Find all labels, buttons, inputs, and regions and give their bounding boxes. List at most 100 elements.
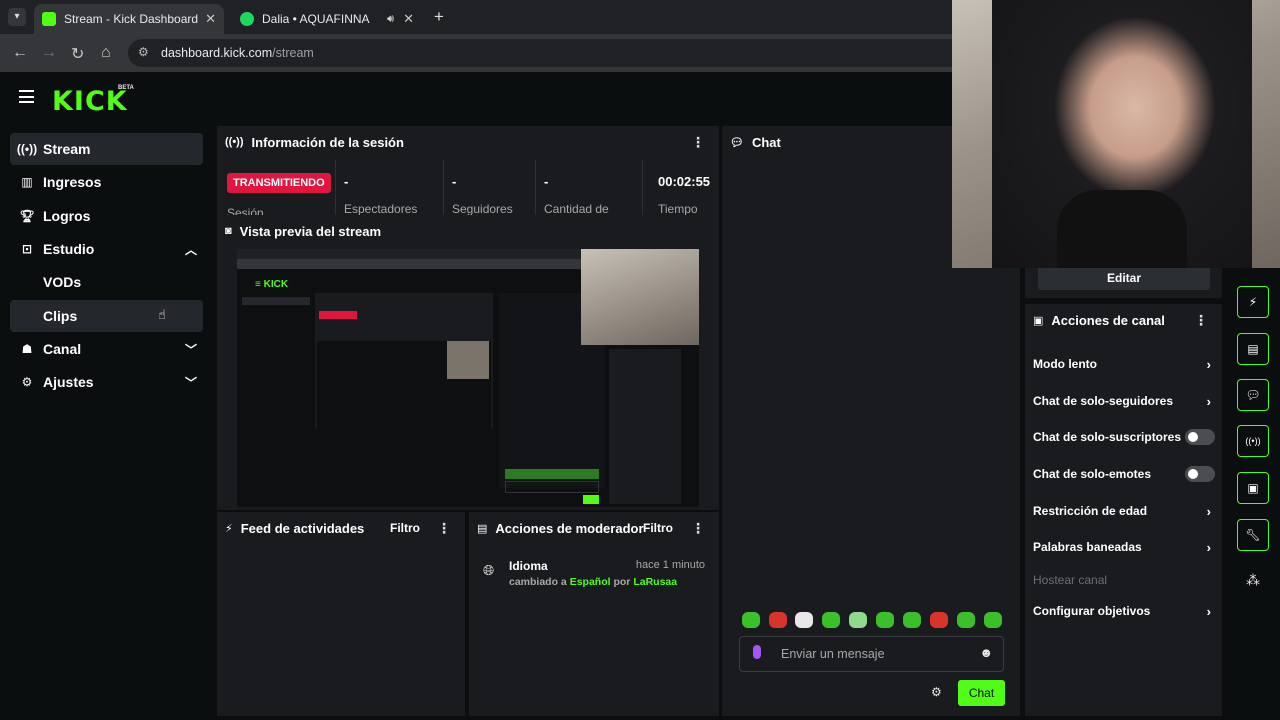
chevron-down-icon: ﹀ (184, 342, 197, 357)
sidebar-item-label: Stream (43, 141, 91, 157)
chat-settings-icon[interactable]: ⚙ (931, 685, 942, 699)
moderator-filter-button[interactable]: Filtro (643, 521, 673, 535)
home-icon[interactable]: ⌂ (101, 44, 111, 62)
rail-document-button[interactable]: ▤ (1237, 333, 1269, 365)
emoji-icon[interactable]: ☻ (979, 645, 993, 660)
chevron-right-icon: › (1206, 356, 1211, 372)
emote-icon[interactable] (984, 612, 1002, 628)
close-tab-icon[interactable]: ✕ (403, 11, 414, 27)
rail-broadcast-button[interactable]: ((•)) (1237, 425, 1269, 457)
browser-tab-kick[interactable]: Stream - Kick Dashboard ✕ (34, 4, 224, 34)
sidebar-item-clips[interactable]: Clips ☝ (10, 300, 203, 332)
edit-button[interactable]: Editar (1038, 266, 1210, 290)
action-slow-mode[interactable]: Modo lento › (1033, 356, 1215, 372)
chevron-up-icon: ︿ (184, 242, 197, 257)
more-options-icon[interactable]: ⋮ (691, 134, 705, 151)
studio-icon: ⊡ (21, 242, 33, 256)
rail-nodes-icon[interactable]: ⁂ (1246, 572, 1260, 589)
mod-entry-title: Idioma (509, 559, 548, 573)
sidebar-item-label: Logros (43, 208, 91, 224)
rail-chat-button[interactable]: 💬︎ (1237, 379, 1269, 411)
emote-icon[interactable] (769, 612, 787, 628)
rail-wrench-button[interactable]: 🔧︎ (1237, 519, 1269, 551)
trophy-icon: 🏆︎ (19, 209, 35, 223)
chevron-right-icon: › (1206, 603, 1211, 619)
chat-placeholder: Enviar un mensaje (781, 647, 885, 661)
stat-seguidores: - Seguidores (443, 160, 535, 216)
stat-espectadores: - Espectadores (335, 160, 443, 216)
stat-tiempo: 00:02:55 Tiempo (642, 160, 719, 216)
action-subscribers-only[interactable]: Chat de solo-suscriptores (1033, 429, 1215, 445)
beta-badge: BETA (118, 85, 134, 91)
hamburger-menu-icon[interactable] (19, 90, 34, 103)
mod-entry-time: hace 1 minuto (635, 559, 705, 571)
panel-title: Feed de actividades (240, 520, 365, 536)
sidebar-item-estudio[interactable]: ⊡ Estudio ︿ (10, 233, 203, 265)
rail-video-button[interactable]: ▣ (1237, 472, 1269, 504)
url-domain: dashboard.kick.com (161, 46, 273, 60)
tab-title: Dalia • AQUAFINNA (262, 12, 370, 26)
broadcast-icon: ((•)) (16, 142, 38, 156)
microphone-icon[interactable] (753, 645, 761, 659)
action-emotes-only[interactable]: Chat de solo-emotes (1033, 466, 1215, 482)
chevron-right-icon: › (1206, 539, 1211, 555)
sidebar-item-label: Clips (43, 308, 78, 324)
activity-feed-panel: ⚡︎ Feed de actividades Filtro ⋮ (217, 512, 465, 716)
chat-message-input[interactable]: Enviar un mensaje ☻ (739, 636, 1004, 672)
sidebar-item-logros[interactable]: 🏆︎ Logros (10, 200, 203, 232)
sidebar-item-label: Estudio (43, 241, 95, 257)
globe-icon: 🌐︎ (483, 562, 495, 578)
reload-icon[interactable]: ↻ (71, 44, 84, 64)
channel-icon: ☗ (21, 342, 33, 356)
emote-icon[interactable] (903, 612, 921, 628)
gear-icon: ⚙ (21, 375, 33, 389)
feed-filter-button[interactable]: Filtro (390, 521, 420, 535)
more-options-icon[interactable]: ⋮ (437, 520, 451, 537)
sidebar-item-label: VODs (43, 274, 82, 290)
new-tab-button[interactable]: + (434, 7, 444, 27)
kick-favicon-icon (42, 12, 56, 26)
mod-user-link[interactable]: LaRusaa (633, 576, 677, 588)
stream-preview-video[interactable]: ≡ KICK (237, 249, 699, 507)
sidebar-item-ingresos[interactable]: ▥ Ingresos (10, 166, 203, 198)
panel-title: Información de la sesión (251, 134, 404, 150)
action-configure-goals[interactable]: Configurar objetivos › (1033, 603, 1215, 619)
sidebar-item-canal[interactable]: ☗ Canal ﹀ (10, 333, 203, 365)
channel-actions-icon: ▣ (1033, 314, 1044, 327)
sidebar-item-stream[interactable]: ((•)) Stream (10, 133, 203, 165)
panel-title: Chat (751, 134, 781, 150)
sidebar-item-ajustes[interactable]: ⚙ Ajustes ﹀ (10, 366, 203, 398)
tab-title: Stream - Kick Dashboard (64, 12, 199, 26)
panel-title: Acciones de moderador (495, 520, 644, 536)
site-info-icon[interactable]: ⚙ (138, 45, 149, 59)
action-banned-words[interactable]: Palabras baneadas › (1033, 539, 1215, 555)
more-options-icon[interactable]: ⋮ (691, 520, 705, 537)
more-options-icon[interactable]: ⋮ (1194, 312, 1208, 329)
subscribers-only-toggle[interactable] (1185, 429, 1215, 445)
browser-tab-spotify[interactable]: Dalia • AQUAFINNA 🔊︎ ✕ (232, 4, 422, 34)
emote-icon[interactable] (742, 612, 760, 628)
tab-search-button[interactable]: ▾ (8, 8, 26, 26)
chevron-right-icon: › (1206, 503, 1211, 519)
forward-arrow-icon[interactable]: → (41, 44, 57, 62)
kick-logo[interactable]: KICK (52, 86, 128, 117)
action-age-restriction[interactable]: Restricción de edad › (1033, 503, 1215, 519)
emote-icon[interactable] (876, 612, 894, 628)
emote-icon[interactable] (849, 612, 867, 628)
emotes-only-toggle[interactable] (1185, 466, 1215, 482)
emote-icon[interactable] (822, 612, 840, 628)
session-label: Sesión (227, 206, 264, 215)
action-followers-only[interactable]: Chat de solo-seguidores › (1033, 393, 1215, 409)
emote-icon[interactable] (795, 612, 813, 628)
emote-icon[interactable] (930, 612, 948, 628)
panel-title: Vista previa del stream (239, 223, 382, 239)
rail-lightning-button[interactable]: ⚡︎ (1237, 286, 1269, 318)
back-arrow-icon[interactable]: ← (12, 44, 28, 62)
sidebar-item-vods[interactable]: VODs (10, 266, 203, 298)
chat-send-button[interactable]: Chat (958, 680, 1005, 706)
moderator-actions-panel: ▤ Acciones de moderador Filtro ⋮ 🌐︎ Idio… (469, 512, 719, 716)
audio-playing-icon[interactable]: 🔊︎ (387, 13, 394, 26)
emote-icon[interactable] (957, 612, 975, 628)
mod-entry-detail: cambiado a Español por LaRusaa (509, 576, 678, 588)
close-tab-icon[interactable]: ✕ (205, 11, 216, 27)
